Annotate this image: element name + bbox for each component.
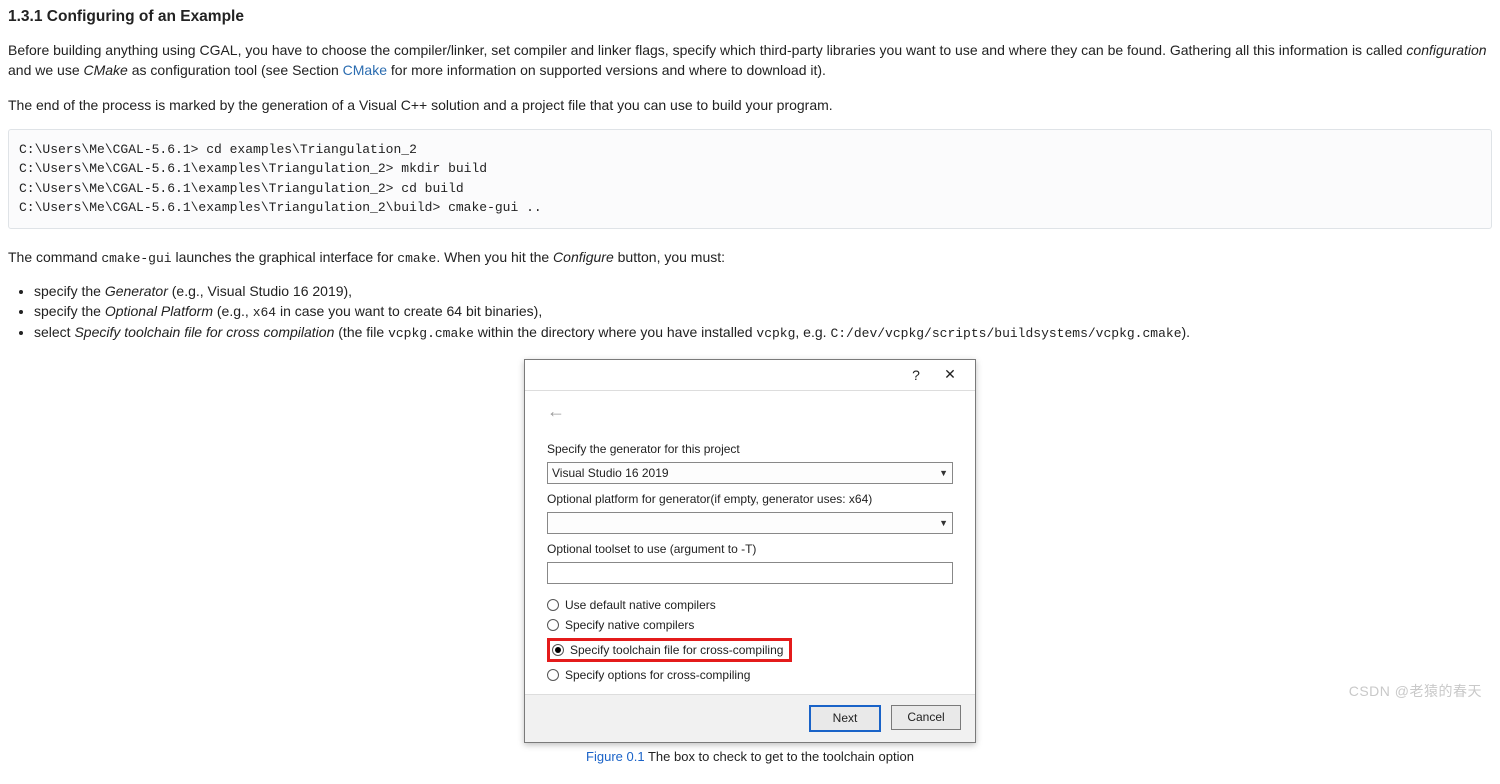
figure-number: Figure 0.1 bbox=[586, 749, 645, 764]
p3-a: The command bbox=[8, 249, 101, 265]
p3-d: button, you must: bbox=[614, 249, 725, 265]
b3-it: Specify toolchain file for cross compila… bbox=[74, 324, 334, 340]
generator-value: Visual Studio 16 2019 bbox=[552, 466, 669, 480]
figure-caption: Figure 0.1 The box to check to get to th… bbox=[8, 749, 1492, 764]
p1-configuration: configuration bbox=[1406, 42, 1486, 58]
close-icon: ✕ bbox=[944, 366, 956, 383]
b2-b: (e.g., bbox=[213, 303, 253, 319]
b3-tt2: vcpkg bbox=[756, 326, 795, 341]
bullet-3: select Specify toolchain file for cross … bbox=[34, 324, 1492, 341]
b1-b: (e.g., Visual Studio 16 2019), bbox=[168, 283, 352, 299]
radio-label: Specify native compilers bbox=[565, 618, 694, 632]
radio-default-compilers[interactable]: Use default native compilers bbox=[547, 598, 953, 612]
bullet-1: specify the Generator (e.g., Visual Stud… bbox=[34, 283, 1492, 299]
label-toolset: Optional toolset to use (argument to -T) bbox=[547, 542, 953, 556]
radio-label: Use default native compilers bbox=[565, 598, 716, 612]
b3-b: (the file bbox=[334, 324, 388, 340]
highlighted-radio: Specify toolchain file for cross-compili… bbox=[547, 638, 792, 662]
bullet-list: specify the Generator (e.g., Visual Stud… bbox=[34, 283, 1492, 341]
b3-tt3: C:/dev/vcpkg/scripts/buildsystems/vcpkg.… bbox=[830, 326, 1181, 341]
p1-a: Before building anything using CGAL, you… bbox=[8, 42, 1406, 58]
radio-label: Specify toolchain file for cross-compili… bbox=[570, 643, 783, 657]
dialog-titlebar: ? ✕ bbox=[525, 360, 975, 391]
b3-c: within the directory where you have inst… bbox=[474, 324, 756, 340]
radio-group: Use default native compilers Specify nat… bbox=[547, 598, 953, 682]
radio-icon bbox=[547, 599, 559, 611]
radio-icon bbox=[547, 619, 559, 631]
platform-dropdown[interactable]: ▼ bbox=[547, 512, 953, 534]
label-generator: Specify the generator for this project bbox=[547, 442, 953, 456]
label-platform: Optional platform for generator(if empty… bbox=[547, 492, 953, 506]
b1-a: specify the bbox=[34, 283, 105, 299]
radio-label: Specify options for cross-compiling bbox=[565, 668, 750, 682]
help-icon: ? bbox=[912, 367, 920, 383]
watermark: CSDN @老猿的春天 bbox=[1349, 681, 1482, 701]
back-button[interactable]: ← bbox=[547, 399, 953, 436]
chevron-down-icon: ▼ bbox=[939, 518, 948, 528]
radio-toolchain-file[interactable]: Specify toolchain file for cross-compili… bbox=[552, 643, 783, 657]
b2-tt: x64 bbox=[253, 305, 276, 320]
generator-dropdown[interactable]: Visual Studio 16 2019 ▼ bbox=[547, 462, 953, 484]
dialog-body: ← Specify the generator for this project… bbox=[525, 391, 975, 694]
close-button[interactable]: ✕ bbox=[933, 364, 967, 386]
bullet-2: specify the Optional Platform (e.g., x64… bbox=[34, 303, 1492, 320]
link-cmake[interactable]: CMake bbox=[343, 62, 387, 78]
b3-d: , e.g. bbox=[795, 324, 830, 340]
b3-tt1: vcpkg.cmake bbox=[388, 326, 474, 341]
b3-a: select bbox=[34, 324, 74, 340]
next-button[interactable]: Next bbox=[809, 705, 881, 732]
code-block: C:\Users\Me\CGAL-5.6.1> cd examples\Tria… bbox=[8, 129, 1492, 229]
b3-e: ). bbox=[1182, 324, 1191, 340]
paragraph-2: The end of the process is marked by the … bbox=[8, 95, 1492, 115]
b2-c: in case you want to create 64 bit binari… bbox=[276, 303, 542, 319]
p1-cmake: CMake bbox=[84, 62, 128, 78]
cmake-dialog: ? ✕ ← Specify the generator for this pro… bbox=[524, 359, 976, 743]
radio-icon bbox=[552, 644, 564, 656]
paragraph-3: The command cmake-gui launches the graph… bbox=[8, 247, 1492, 269]
b1-it: Generator bbox=[105, 283, 168, 299]
p1-c: as configuration tool (see Section bbox=[128, 62, 343, 78]
p3-cmake-gui: cmake-gui bbox=[101, 251, 171, 266]
dialog-footer: Next Cancel bbox=[525, 694, 975, 742]
b2-it: Optional Platform bbox=[105, 303, 213, 319]
radio-cross-options[interactable]: Specify options for cross-compiling bbox=[547, 668, 953, 682]
p1-b: and we use bbox=[8, 62, 84, 78]
cancel-button[interactable]: Cancel bbox=[891, 705, 961, 730]
p3-c: . When you hit the bbox=[436, 249, 553, 265]
b2-a: specify the bbox=[34, 303, 105, 319]
p3-cmake: cmake bbox=[397, 251, 436, 266]
chevron-down-icon: ▼ bbox=[939, 468, 948, 478]
radio-native-compilers[interactable]: Specify native compilers bbox=[547, 618, 953, 632]
figure-text: The box to check to get to the toolchain… bbox=[645, 749, 914, 764]
section-heading: 1.3.1 Configuring of an Example bbox=[8, 8, 1492, 26]
toolset-input[interactable] bbox=[547, 562, 953, 584]
p3-configure: Configure bbox=[553, 249, 614, 265]
figure-wrap: ? ✕ ← Specify the generator for this pro… bbox=[8, 359, 1492, 764]
p1-d: for more information on supported versio… bbox=[387, 62, 826, 78]
radio-icon bbox=[547, 669, 559, 681]
paragraph-1: Before building anything using CGAL, you… bbox=[8, 40, 1492, 81]
p3-b: launches the graphical interface for bbox=[172, 249, 398, 265]
back-icon: ← bbox=[547, 401, 565, 421]
help-button[interactable]: ? bbox=[899, 364, 933, 386]
